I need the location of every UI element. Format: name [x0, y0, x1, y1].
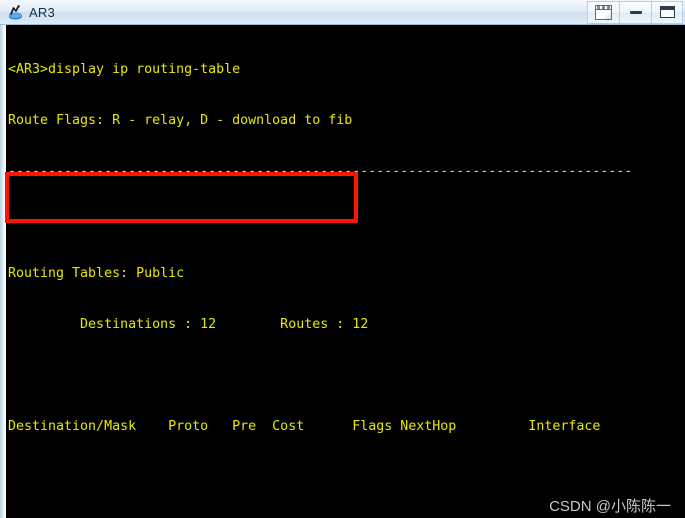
title-bar-left: AR3 [0, 4, 587, 21]
window-title: AR3 [29, 4, 55, 20]
console-line: ----------------------------------------… [8, 164, 633, 179]
maximize-button[interactable] [651, 0, 683, 24]
restore-all-button[interactable] [587, 0, 619, 24]
watermark: CSDN @小陈陈一 [549, 498, 671, 515]
table-header-row: Destination/Mask Proto Pre Cost Flags Ne… [8, 419, 601, 434]
console-left-rail [0, 25, 6, 518]
window-controls [587, 0, 685, 25]
restore-all-icon [595, 4, 612, 20]
emulator-window: AR3 <AR3>display ip routing-table Route … [0, 0, 685, 518]
minimize-button[interactable] [619, 0, 651, 24]
console-line: Route Flags: R - relay, D - download to … [8, 113, 353, 128]
router-icon [7, 4, 24, 21]
console-line: Routing Tables: Public [8, 266, 185, 281]
terminal-console[interactable]: <AR3>display ip routing-table Route Flag… [0, 25, 685, 518]
maximize-icon [659, 6, 675, 18]
title-bar: AR3 [0, 0, 685, 25]
console-line: Destinations : 12 Routes : 12 [8, 317, 369, 332]
console-line: <AR3>display ip routing-table [8, 62, 241, 77]
minimize-icon [629, 10, 642, 14]
console-text-area[interactable]: <AR3>display ip routing-table Route Flag… [8, 27, 685, 518]
